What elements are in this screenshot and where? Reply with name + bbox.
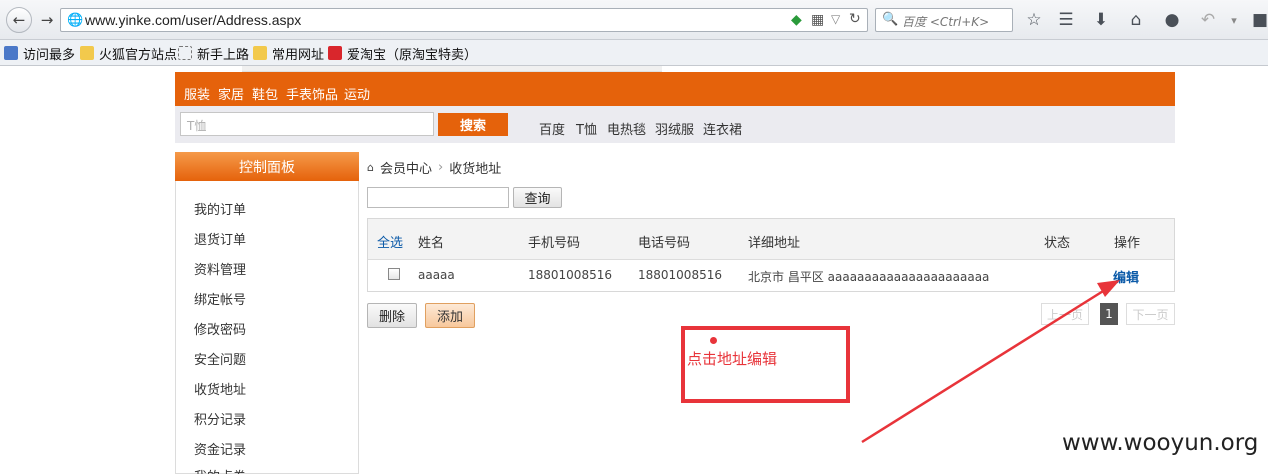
watermark: www.wooyun.org [1062,430,1259,456]
annotation-arrow [861,280,1120,444]
